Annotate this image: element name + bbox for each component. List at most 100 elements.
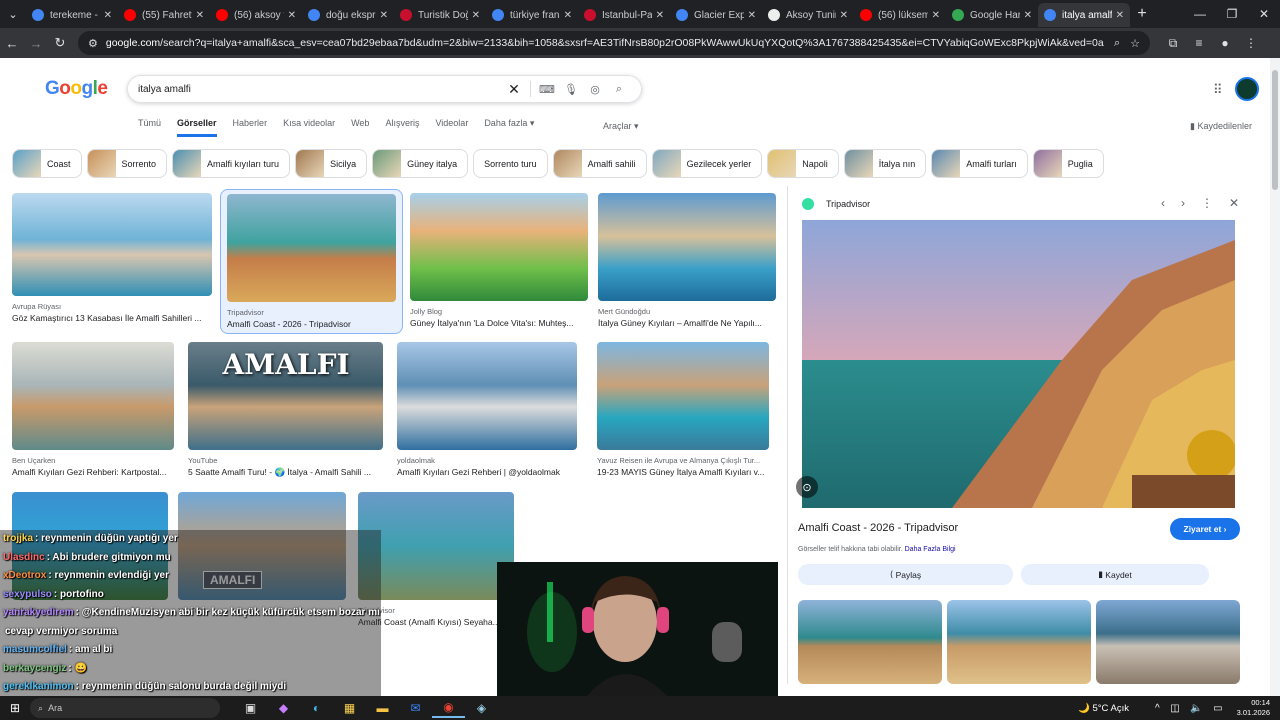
refinement-chip[interactable]: Coast: [12, 149, 82, 178]
browser-tab[interactable]: doğu ekspre ✕: [302, 3, 394, 27]
tab-close-icon[interactable]: ✕: [472, 10, 480, 21]
menu-icon[interactable]: ⋮: [1238, 36, 1264, 51]
tab-close-icon[interactable]: ✕: [380, 10, 388, 21]
start-icon[interactable]: ⊞: [0, 701, 30, 715]
result-thumbnail[interactable]: [227, 194, 396, 302]
browser-tab[interactable]: (56) lüksemb ✕: [854, 3, 946, 27]
search-input[interactable]: italya amalfi: [138, 84, 502, 95]
refinement-chip[interactable]: İtalya nın: [843, 149, 927, 178]
image-result[interactable]: Tripadvisor Amalfi Coast (Amalfi Kıyısı) …: [358, 492, 514, 627]
tab-close-icon[interactable]: ✕: [656, 10, 664, 21]
image-result[interactable]: Ben Uçarken Amalfi Kıyıları Gezi Rehberi:…: [12, 342, 174, 477]
outlook-icon[interactable]: ✉: [399, 698, 432, 718]
tools-button[interactable]: Araçlar ▾: [603, 121, 639, 132]
refinement-chip[interactable]: Amalfi sahili: [552, 149, 647, 178]
chrome-icon[interactable]: ◉: [432, 698, 465, 718]
result-thumbnail[interactable]: [12, 342, 174, 450]
browser-tab[interactable]: (56) aksoy tu ✕: [210, 3, 302, 27]
result-thumbnail[interactable]: [12, 193, 212, 296]
edge-icon[interactable]: ◐: [300, 698, 333, 718]
previous-icon[interactable]: ‹: [1161, 196, 1165, 210]
search-tab[interactable]: Kısa videolar: [283, 118, 335, 137]
result-thumbnail[interactable]: [410, 193, 588, 301]
restore-icon[interactable]: ❐: [1216, 0, 1248, 28]
result-source[interactable]: Avrupa Rüyası: [12, 302, 212, 311]
result-source[interactable]: Ben Uçarken: [12, 456, 174, 465]
result-thumbnail[interactable]: [597, 342, 769, 450]
clear-icon[interactable]: ✕: [502, 81, 526, 98]
result-source[interactable]: yoldaolmak: [397, 456, 577, 465]
lens-icon[interactable]: ◎: [583, 83, 607, 96]
google-logo[interactable]: Google: [45, 78, 108, 100]
result-source[interactable]: Tripadvisor: [227, 308, 396, 317]
result-title[interactable]: İtalya Güney Kıyıları – Amalfi'de Ne Yap…: [598, 318, 776, 328]
visit-button[interactable]: Ziyaret et ›: [1170, 518, 1240, 540]
tab-close-icon[interactable]: ✕: [748, 10, 756, 21]
related-image[interactable]: [798, 600, 942, 684]
image-result[interactable]: Yavuz Reisen ile Avrupa ve Almanya Çıkış…: [597, 342, 769, 477]
result-source[interactable]: Tripadvisor: [358, 606, 514, 615]
lens-search-icon[interactable]: ⊙: [796, 476, 818, 498]
profile-icon[interactable]: ●: [1212, 36, 1238, 51]
refinement-chip[interactable]: Amalfi kıyıları turu: [172, 149, 291, 178]
close-panel-icon[interactable]: ✕: [1229, 196, 1239, 210]
search-box[interactable]: italya amalfi ✕ ⌨ 🎙 ◎ ⌕: [127, 75, 642, 103]
search-tab[interactable]: Haberler: [233, 118, 268, 137]
search-tab[interactable]: Daha fazla ▾: [484, 118, 534, 137]
bookmark-star-icon[interactable]: ☆: [1130, 37, 1140, 50]
forward-icon[interactable]: →: [24, 36, 48, 51]
saved-button[interactable]: ▮ Kaydedilenler: [1190, 121, 1252, 132]
related-image[interactable]: [947, 600, 1091, 684]
scrollbar-thumb[interactable]: [1272, 70, 1278, 190]
tab-close-icon[interactable]: ✕: [840, 10, 848, 21]
clock[interactable]: 00:14 3.01.2026: [1237, 698, 1270, 718]
browser-tab[interactable]: terekeme - G ✕: [26, 3, 118, 27]
app-icon[interactable]: ◈: [465, 698, 498, 718]
browser-tab[interactable]: italya amalfi ✕: [1038, 3, 1130, 27]
task-view-icon[interactable]: ▣: [234, 698, 267, 718]
browser-tab[interactable]: Google Harit ✕: [946, 3, 1038, 27]
tab-close-icon[interactable]: ✕: [288, 10, 296, 21]
image-result[interactable]: Jolly Blog Güney İtalya'nın 'La Dolce Vit…: [410, 193, 588, 328]
result-title[interactable]: Güney İtalya'nın 'La Dolce Vita'sı: Muht…: [410, 318, 588, 328]
tab-close-icon[interactable]: ✕: [1024, 10, 1032, 21]
learn-more-link[interactable]: Daha Fazla Bilgi: [905, 546, 956, 553]
result-title[interactable]: 19-23 MAYIS Güney İtalya Amalfi Kıyıları…: [597, 467, 769, 477]
result-title[interactable]: Amalfi Coast (Amalfi Kıyısı) Seyaha...: [358, 617, 514, 627]
refinement-chip[interactable]: Amalfi turları: [931, 149, 1028, 178]
refinement-chip[interactable]: Sorrento turu: [473, 149, 548, 178]
result-title[interactable]: Amalfi Coast - 2026 - Tripadvisor: [227, 319, 396, 329]
result-thumbnail[interactable]: [358, 492, 514, 600]
minimize-icon[interactable]: —: [1184, 0, 1216, 28]
file-explorer-icon[interactable]: ▬: [366, 698, 399, 718]
tab-close-icon[interactable]: ✕: [1116, 10, 1124, 21]
media-control-icon[interactable]: ≡: [1186, 36, 1212, 51]
next-icon[interactable]: ›: [1181, 196, 1185, 210]
search-tab[interactable]: Videolar: [435, 118, 468, 137]
microphone-icon[interactable]: 🎙: [559, 83, 583, 96]
search-tab[interactable]: Görseller: [177, 118, 217, 137]
browser-tab[interactable]: Aksoy Tunin ✕: [762, 3, 854, 27]
result-source[interactable]: Yavuz Reisen ile Avrupa ve Almanya Çıkış…: [597, 456, 769, 465]
result-source[interactable]: YouTube: [188, 456, 383, 465]
browser-tab[interactable]: türkiye frans ✕: [486, 3, 578, 27]
address-bar[interactable]: ⚙ google.com/search?q=italya+amalfi&sca_…: [78, 31, 1150, 55]
result-source[interactable]: Mert Gündoğdu: [598, 307, 776, 316]
image-result[interactable]: Tripadvisor Amalfi Coast - 2026 - Tripadv…: [220, 189, 403, 334]
result-title[interactable]: Amalfi Kıyıları Gezi Rehberi: Kartpostal…: [12, 467, 174, 477]
google-apps-icon[interactable]: ⠿: [1213, 82, 1223, 98]
image-result[interactable]: yoldaolmak Amalfi Kıyıları Gezi Rehberi |…: [397, 342, 577, 477]
new-tab-button[interactable]: +: [1130, 5, 1154, 23]
refinement-chip[interactable]: Sorrento: [86, 149, 168, 178]
share-button[interactable]: ⟨ Paylaş: [798, 564, 1013, 585]
reload-icon[interactable]: ↻: [48, 35, 72, 51]
panel-source[interactable]: Tripadvisor: [802, 198, 870, 210]
extensions-icon[interactable]: ⧉: [1160, 36, 1186, 51]
browser-tab[interactable]: Turistik Doğ ✕: [394, 3, 486, 27]
browser-tab[interactable]: (55) Fahretti ✕: [118, 3, 210, 27]
tab-search-icon[interactable]: ⌄: [0, 0, 26, 28]
image-result[interactable]: Mert Gündoğdu İtalya Güney Kıyıları – Ama…: [598, 193, 776, 328]
tab-close-icon[interactable]: ✕: [104, 10, 112, 21]
refinement-chip[interactable]: Sicilya: [295, 149, 368, 178]
search-tab[interactable]: Alışveriş: [385, 118, 419, 137]
